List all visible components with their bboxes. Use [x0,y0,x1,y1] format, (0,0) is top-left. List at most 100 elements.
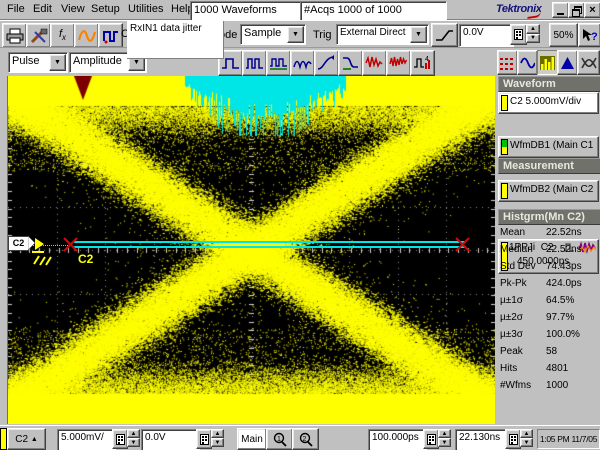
trig-slope-button[interactable] [431,23,458,47]
pulse-train-icon [269,55,288,71]
channel-marker[interactable]: C2 [8,236,34,250]
view-histogram-button[interactable] [537,50,558,75]
keypad-icon [514,29,523,40]
eye-diagram-display [8,76,495,424]
view-sine-button[interactable] [517,50,538,75]
trig-level-spinner[interactable]: ▲▼ [526,24,540,43]
menu-edit[interactable]: Edit [28,1,57,17]
meas-jitter2-button[interactable] [386,50,411,76]
keypad-icon [427,434,436,445]
view-eye-button[interactable] [577,50,600,75]
stat-row: µ±3σ100.0% [500,329,598,345]
fx-button[interactable]: fx [50,23,75,48]
zoom2-button[interactable]: 2 [292,428,319,450]
vertical-scale-field[interactable]: 5.000mV/ [57,429,116,450]
waveform-item-label: WfmDB1 (Main C1 [510,140,598,151]
horizontal-position-keypad-button[interactable] [505,429,521,449]
meas-falltime-button[interactable] [338,50,363,76]
menu-utilities[interactable]: Utilities [123,1,168,17]
gate-cursor-right-icon[interactable] [454,236,471,253]
waveform-item-wfmdb2[interactable]: WfmDB2 (Main C2 [498,180,599,202]
stat-row: µ±2σ97.7% [500,312,598,328]
svg-text:2: 2 [302,436,306,443]
vertical-offset-spinner[interactable]: ▲▼ [211,429,224,447]
chevron-down-icon[interactable]: ▼ [287,26,304,43]
vertical-offset-keypad-button[interactable] [196,429,212,449]
bottom-bar: C2 ▲ 5.000mV/ ▲▼ 0.0V ▲▼ Main 1 2 100.00… [0,425,600,450]
meas-risetime-button[interactable] [314,50,339,76]
minimize-button[interactable] [552,2,569,18]
fx-icon: fx [59,28,66,42]
tooltip: RxIN1 data jitter [127,21,224,59]
svg-text:?: ? [591,31,598,43]
eye-diagram-icon [581,56,597,70]
sine-view-icon [520,56,535,70]
trig-level-field[interactable]: 0.0V [459,24,514,47]
tdr-icon [102,28,120,44]
gate-cursor-left-icon[interactable] [62,236,79,253]
horizontal-scale-keypad-button[interactable] [423,429,439,449]
vertical-scale-spinner[interactable]: ▲▼ [127,429,140,447]
meas-jitter1-button[interactable] [362,50,387,76]
close-button[interactable]: × [584,2,600,18]
measurement-panel-header: Measurement [498,158,600,174]
horizontal-scale-field[interactable]: 100.000ps [368,429,427,450]
meas-pulse-train-button[interactable] [266,50,291,76]
restore-button[interactable] [568,2,585,18]
magnifier1-icon: 1 [272,432,288,447]
horizontal-scale-spinner[interactable]: ▲▼ [438,429,451,447]
jitter2-icon [389,55,408,71]
print-button[interactable] [2,23,27,48]
channel-select-button[interactable]: C2 ▲ [7,428,46,450]
zoom-percent-button[interactable]: 50% [549,23,578,47]
horizontal-position-field[interactable]: 22.130ns [455,429,509,450]
chevron-up-icon: ▲ [31,436,38,443]
histogram4-icon: 4 [413,55,432,71]
trig-level-keypad-button[interactable] [510,24,527,45]
chevron-down-icon[interactable]: ▼ [49,54,66,71]
vertical-offset-field[interactable]: 0.0V [141,429,200,450]
keypad-icon [116,434,125,445]
context-help-button[interactable]: ? [578,23,600,47]
trig-source-select[interactable]: External Direct ▼ [336,24,429,45]
channel-color-chip [501,183,508,199]
stat-row: Std Dev74.43ps [500,261,598,277]
help-cursor-icon: ? [582,28,598,43]
meas-cycle-button[interactable] [290,50,315,76]
meas-histogram4-button[interactable]: 4 [410,50,435,76]
view-triangle-button[interactable] [557,50,578,75]
zoom1-button[interactable]: 1 [266,428,293,450]
meas-period-button[interactable] [242,50,267,76]
measurement-gate-line[interactable] [74,241,466,248]
falltime-icon [341,55,360,71]
keypad-icon [200,434,209,445]
keypad-icon [509,434,518,445]
timebase-mode-button[interactable]: Main [237,428,267,450]
spin-down-icon: ▼ [526,34,540,44]
risetime-icon [317,55,336,71]
acq-mode-select[interactable]: Sample ▼ [240,24,306,45]
trig-label: Trig [313,29,332,41]
stat-row: Pk-Pk424.0ps [500,278,598,294]
channel-select-label: C2 [15,434,28,445]
menu-view[interactable]: View [56,1,90,17]
acq-count-box: #Acqs 1000 of 1000 [300,1,447,21]
channel-color-chip [501,139,508,155]
tools-icon [30,28,48,44]
cycle-icon [293,55,312,71]
chevron-down-icon[interactable]: ▼ [410,26,427,43]
meas-category1-select[interactable]: Pulse ▼ [8,52,68,73]
svg-text:1: 1 [277,436,281,443]
waveform-item-c2[interactable]: C2 5.000mV/div [498,92,599,114]
waveform-button[interactable] [74,23,99,48]
menu-file[interactable]: File [2,1,30,17]
tools-button[interactable] [26,23,51,48]
waveform-item-wfmdb1[interactable]: WfmDB1 (Main C1 [498,136,599,158]
stat-row: Hits4801 [500,363,598,379]
horizontal-position-spinner[interactable]: ▲▼ [520,429,533,447]
tdr-button[interactable] [98,23,123,48]
menu-setup[interactable]: Setup [86,1,125,17]
view-cursor-dashes-button[interactable] [497,50,518,75]
sidebar: Waveform C2 5.000mV/div WfmDB1 (Main C1 … [497,76,600,425]
vertical-scale-keypad-button[interactable] [112,429,128,449]
